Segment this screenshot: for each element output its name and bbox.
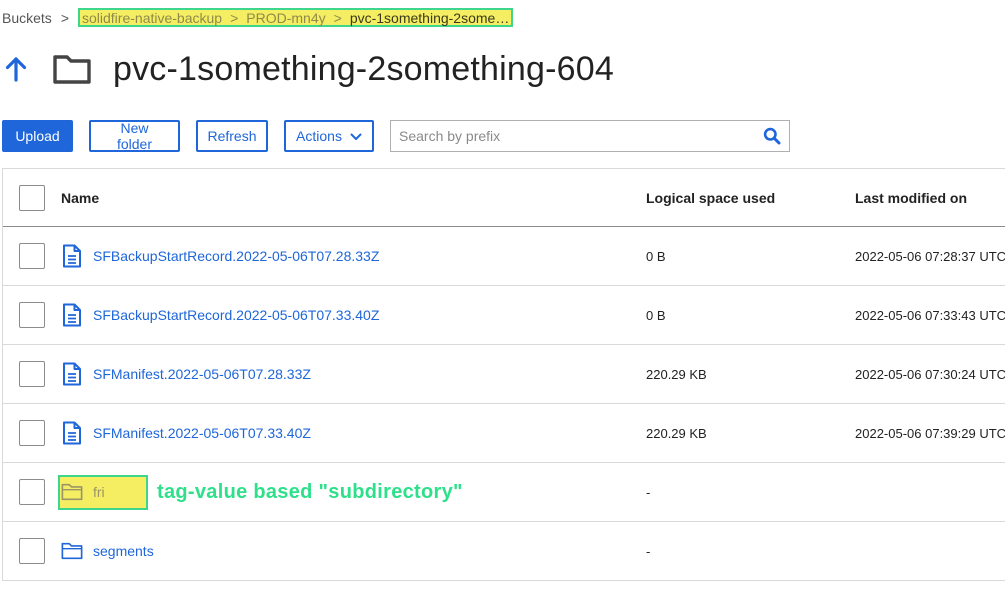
breadcrumb-folder-link[interactable]: PROD-mn4y <box>246 10 325 26</box>
new-folder-button[interactable]: New folder <box>89 120 180 152</box>
breadcrumb-buckets-link[interactable]: Buckets <box>2 10 52 26</box>
arrow-up-icon[interactable] <box>4 55 28 83</box>
file-icon <box>61 421 83 445</box>
object-size: 220.29 KB <box>646 425 707 441</box>
row-checkbox[interactable] <box>19 243 45 269</box>
breadcrumb-highlight: solidfire-native-backup > PROD-mn4y > pv… <box>78 8 514 27</box>
object-size: - <box>646 484 651 500</box>
select-all-checkbox[interactable] <box>19 184 45 211</box>
refresh-button[interactable]: Refresh <box>196 120 268 152</box>
object-name-link[interactable]: SFManifest.2022-05-06T07.33.40Z <box>93 425 311 441</box>
table-row: SFBackupStartRecord.2022-05-06T07.28.33Z… <box>3 227 1005 286</box>
table-row: SFBackupStartRecord.2022-05-06T07.33.40Z… <box>3 286 1005 345</box>
object-name-link[interactable]: SFBackupStartRecord.2022-05-06T07.33.40Z <box>93 307 379 323</box>
row-checkbox[interactable] <box>19 302 45 328</box>
search-input[interactable] <box>399 128 763 144</box>
object-size: 0 B <box>646 248 666 264</box>
object-size: - <box>646 543 651 559</box>
file-icon <box>61 303 83 327</box>
breadcrumb-separator: > <box>333 9 342 26</box>
breadcrumb-bucket-link[interactable]: solidfire-native-backup <box>82 10 222 26</box>
breadcrumb: Buckets > solidfire-native-backup > PROD… <box>2 8 514 27</box>
object-size: 0 B <box>646 307 666 323</box>
object-name-link[interactable]: segments <box>93 543 154 559</box>
objects-table: Name Logical space used Last modified on… <box>2 168 1005 581</box>
toolbar: Upload New folder Refresh Actions <box>2 120 790 152</box>
chevron-down-icon <box>350 128 362 144</box>
upload-button[interactable]: Upload <box>2 120 73 152</box>
row-checkbox[interactable] <box>19 420 45 446</box>
annotation-label: tag-value based "subdirectory" <box>157 480 463 503</box>
folder-icon <box>52 52 92 86</box>
object-name-link[interactable]: fri <box>93 484 105 500</box>
breadcrumb-separator: > <box>230 9 239 26</box>
breadcrumb-separator: > <box>60 9 69 26</box>
table-row: SFManifest.2022-05-06T07.33.40Z 220.29 K… <box>3 404 1005 463</box>
object-size: 220.29 KB <box>646 366 707 382</box>
page-title: pvc-1something-2something-604 <box>113 49 614 88</box>
object-name-link[interactable]: SFBackupStartRecord.2022-05-06T07.28.33Z <box>93 248 379 264</box>
object-name-link[interactable]: SFManifest.2022-05-06T07.28.33Z <box>93 366 311 382</box>
table-row: fri tag-value based "subdirectory" - <box>3 463 1005 522</box>
table-row: SFManifest.2022-05-06T07.28.33Z 220.29 K… <box>3 345 1005 404</box>
column-header-modified[interactable]: Last modified on <box>855 190 967 206</box>
row-checkbox[interactable] <box>19 479 45 505</box>
column-header-name[interactable]: Name <box>61 190 99 206</box>
table-header: Name Logical space used Last modified on <box>3 169 1005 227</box>
object-modified: 2022-05-06 07:39:29 UTC <box>855 425 1005 441</box>
actions-dropdown-button[interactable]: Actions <box>284 120 374 152</box>
folder-icon <box>61 539 83 563</box>
row-checkbox[interactable] <box>19 361 45 387</box>
row-checkbox[interactable] <box>19 538 45 564</box>
folder-icon <box>61 480 83 504</box>
file-icon <box>61 244 83 268</box>
object-modified: 2022-05-06 07:30:24 UTC <box>855 366 1005 382</box>
search-icon[interactable] <box>763 127 781 145</box>
actions-label: Actions <box>296 128 342 144</box>
table-row: segments - <box>3 522 1005 581</box>
column-header-size[interactable]: Logical space used <box>646 190 775 206</box>
object-modified: 2022-05-06 07:33:43 UTC <box>855 307 1005 323</box>
file-icon <box>61 362 83 386</box>
search-box <box>390 120 790 152</box>
breadcrumb-current: pvc-1something-2some… <box>349 9 510 26</box>
title-row: pvc-1something-2something-604 <box>4 46 614 92</box>
object-modified: 2022-05-06 07:28:37 UTC <box>855 248 1005 264</box>
